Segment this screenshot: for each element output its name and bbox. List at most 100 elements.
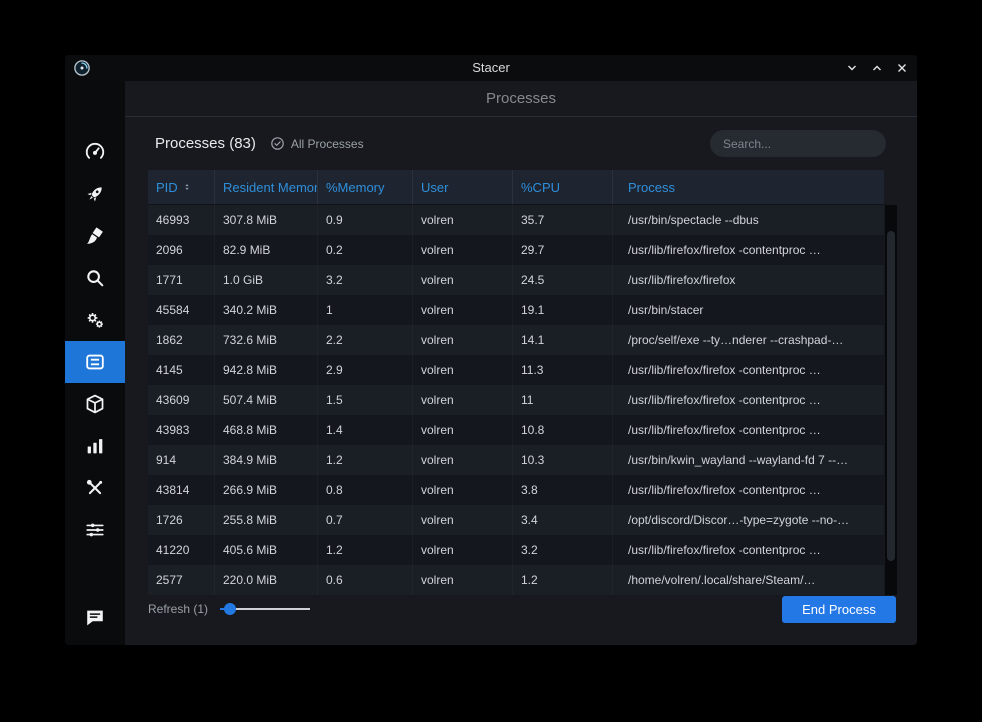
cell-user: volren <box>413 295 513 325</box>
table-row[interactable]: 43983 468.8 MiB 1.4 volren 10.8 /usr/lib… <box>148 415 884 445</box>
scrollbar-handle[interactable] <box>887 231 895 561</box>
cell-memory-percent: 0.7 <box>318 505 413 535</box>
window-title: Stacer <box>65 55 917 81</box>
cell-pid: 914 <box>148 445 215 475</box>
sidebar-item-helpers[interactable] <box>65 467 125 509</box>
header-resident-memory[interactable]: Resident Memory <box>215 170 318 204</box>
cell-user: volren <box>413 445 513 475</box>
vertical-scrollbar[interactable] <box>885 205 897 595</box>
table-row[interactable]: 1862 732.6 MiB 2.2 volren 14.1 /proc/sel… <box>148 325 884 355</box>
header-user[interactable]: User <box>413 170 513 204</box>
close-button[interactable] <box>893 59 911 77</box>
cell-memory-percent: 0.2 <box>318 235 413 265</box>
cell-process: /home/volren/.local/share/Steam/… <box>613 565 884 595</box>
cell-user: volren <box>413 565 513 595</box>
cell-pid: 45584 <box>148 295 215 325</box>
sidebar-item-uninstaller[interactable] <box>65 383 125 425</box>
cell-process: /usr/lib/firefox/firefox -contentproc … <box>613 385 884 415</box>
cell-cpu-percent: 11 <box>513 385 613 415</box>
cell-cpu-percent: 24.5 <box>513 265 613 295</box>
refresh-label: Refresh (1) <box>148 602 208 616</box>
sidebar-item-settings[interactable] <box>65 509 125 551</box>
cell-pid: 1726 <box>148 505 215 535</box>
cell-resident-memory: 732.6 MiB <box>215 325 318 355</box>
cell-memory-percent: 1.5 <box>318 385 413 415</box>
cell-resident-memory: 82.9 MiB <box>215 235 318 265</box>
slider-handle[interactable] <box>224 603 236 615</box>
minimize-button[interactable] <box>843 59 861 77</box>
checkbox-checked-icon <box>270 136 285 151</box>
footer-bar: Refresh (1) End Process <box>148 595 896 623</box>
maximize-button[interactable] <box>868 59 886 77</box>
package-icon <box>84 393 106 415</box>
search-input[interactable] <box>723 137 878 151</box>
bar-chart-icon <box>84 435 106 457</box>
cell-pid: 43983 <box>148 415 215 445</box>
sidebar-item-services[interactable] <box>65 299 125 341</box>
table-row[interactable]: 41220 405.6 MiB 1.2 volren 3.2 /usr/lib/… <box>148 535 884 565</box>
refresh-interval-slider[interactable] <box>220 600 310 618</box>
table-row[interactable]: 2577 220.0 MiB 0.6 volren 1.2 /home/volr… <box>148 565 884 595</box>
table-row[interactable]: 46993 307.8 MiB 0.9 volren 35.7 /usr/bin… <box>148 205 884 235</box>
stacer-window: Stacer <box>65 55 917 645</box>
table-row[interactable]: 4145 942.8 MiB 2.9 volren 11.3 /usr/lib/… <box>148 355 884 385</box>
table-row[interactable]: 45584 340.2 MiB 1 volren 19.1 /usr/bin/s… <box>148 295 884 325</box>
sidebar-item-resources[interactable] <box>65 425 125 467</box>
sidebar-item-dashboard[interactable] <box>65 131 125 173</box>
cell-cpu-percent: 10.8 <box>513 415 613 445</box>
cell-process: /usr/lib/firefox/firefox <box>613 265 884 295</box>
brush-icon <box>84 225 106 247</box>
table-row[interactable]: 1726 255.8 MiB 0.7 volren 3.4 /opt/disco… <box>148 505 884 535</box>
cell-resident-memory: 942.8 MiB <box>215 355 318 385</box>
toolbar: Processes (83) All Processes <box>125 117 917 170</box>
search-box[interactable] <box>710 130 886 157</box>
table-row[interactable]: 2096 82.9 MiB 0.2 volren 29.7 /usr/lib/f… <box>148 235 884 265</box>
cell-memory-percent: 1.4 <box>318 415 413 445</box>
table-row[interactable]: 1771 1.0 GiB 3.2 volren 24.5 /usr/lib/fi… <box>148 265 884 295</box>
cell-user: volren <box>413 235 513 265</box>
cell-user: volren <box>413 505 513 535</box>
cell-cpu-percent: 19.1 <box>513 295 613 325</box>
sidebar-item-system-cleaner[interactable] <box>65 215 125 257</box>
table-row[interactable]: 914 384.9 MiB 1.2 volren 10.3 /usr/bin/k… <box>148 445 884 475</box>
cell-cpu-percent: 29.7 <box>513 235 613 265</box>
cell-process: /usr/bin/kwin_wayland --wayland-fd 7 --… <box>613 445 884 475</box>
cell-memory-percent: 0.9 <box>318 205 413 235</box>
sidebar-item-feedback[interactable] <box>65 597 125 639</box>
end-process-button[interactable]: End Process <box>782 596 896 623</box>
cell-pid: 43609 <box>148 385 215 415</box>
header-pid[interactable]: PID <box>148 170 215 204</box>
header-process[interactable]: Process <box>613 170 884 204</box>
magnifier-icon <box>84 267 106 289</box>
cell-cpu-percent: 1.2 <box>513 565 613 595</box>
table-row[interactable]: 43814 266.9 MiB 0.8 volren 3.8 /usr/lib/… <box>148 475 884 505</box>
cell-pid: 1771 <box>148 265 215 295</box>
cell-process: /usr/bin/spectacle --dbus <box>613 205 884 235</box>
table-row[interactable]: 43609 507.4 MiB 1.5 volren 11 /usr/lib/f… <box>148 385 884 415</box>
all-processes-checkbox[interactable]: All Processes <box>270 136 364 151</box>
header-cpu-percent[interactable]: %CPU <box>513 170 613 204</box>
rocket-icon <box>84 183 106 205</box>
cell-process: /proc/self/exe --ty…nderer --crashpad-… <box>613 325 884 355</box>
all-processes-label: All Processes <box>291 137 364 151</box>
sidebar-item-search[interactable] <box>65 257 125 299</box>
cell-pid: 43814 <box>148 475 215 505</box>
cell-user: volren <box>413 535 513 565</box>
sidebar-item-startup-apps[interactable] <box>65 173 125 215</box>
header-memory-percent[interactable]: %Memory <box>318 170 413 204</box>
tools-icon <box>84 477 106 499</box>
cell-memory-percent: 2.9 <box>318 355 413 385</box>
cell-cpu-percent: 3.4 <box>513 505 613 535</box>
cell-user: volren <box>413 385 513 415</box>
cell-process: /usr/lib/firefox/firefox -contentproc … <box>613 475 884 505</box>
cell-resident-memory: 1.0 GiB <box>215 265 318 295</box>
cell-memory-percent: 2.2 <box>318 325 413 355</box>
cell-process: /usr/lib/firefox/firefox -contentproc … <box>613 535 884 565</box>
cell-cpu-percent: 11.3 <box>513 355 613 385</box>
process-table: PID Resident Memory %Memory User %CPU Pr… <box>148 170 884 595</box>
cell-user: volren <box>413 265 513 295</box>
cell-memory-percent: 0.8 <box>318 475 413 505</box>
cell-cpu-percent: 35.7 <box>513 205 613 235</box>
sidebar-item-processes[interactable] <box>65 341 125 383</box>
gauge-icon <box>84 141 106 163</box>
